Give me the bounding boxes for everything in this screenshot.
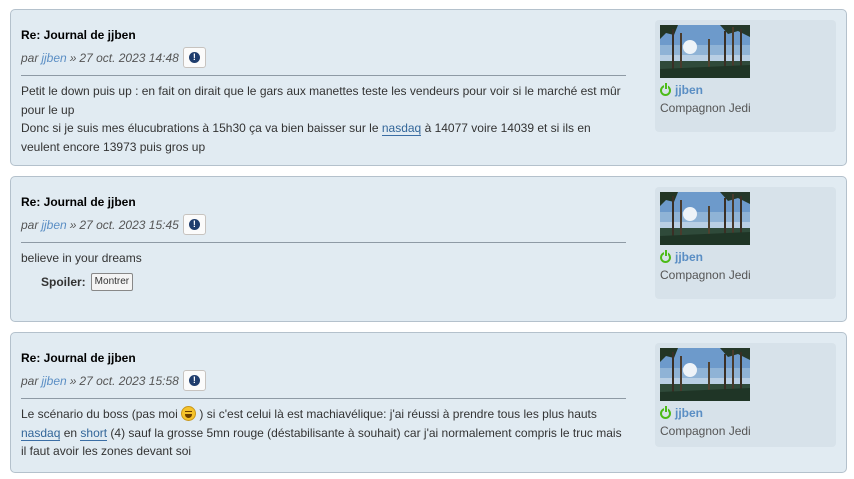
spoiler: Spoiler: Montrer	[41, 272, 626, 292]
short-link[interactable]: short	[80, 425, 108, 441]
content-text: Le scénario du boss (pas moi	[21, 407, 182, 421]
post-content: Le scénario du boss (pas moi ) si c'est …	[21, 405, 626, 461]
separator: »	[69, 50, 77, 65]
by-label: par	[21, 50, 39, 65]
username-link[interactable]: jjben	[675, 250, 703, 264]
content-text: (4) sauf la grosse 5mn rouge (déstabilis…	[21, 425, 622, 459]
divider	[21, 398, 626, 399]
post-date: 27 oct. 2023 15:45	[79, 217, 179, 232]
username-link[interactable]: jjben	[675, 83, 703, 97]
online-icon	[660, 249, 671, 263]
content-text: ) si c'est celui là est machiavélique: j…	[196, 407, 597, 421]
content-text: Donc si je suis mes élucubrations à 15h3…	[21, 121, 382, 135]
post-date: 27 oct. 2023 15:58	[79, 373, 179, 388]
profile-name: jjben	[660, 82, 703, 97]
report-button[interactable]: !	[182, 370, 206, 391]
user-rank: Compagnon Jedi	[660, 101, 751, 115]
user-rank: Compagnon Jedi	[660, 268, 751, 282]
avatar[interactable]	[660, 192, 750, 245]
post-author-line: par jjben » 27 oct. 2023 15:45 !	[21, 214, 206, 235]
spoiler-label: Spoiler:	[41, 274, 86, 289]
post-date: 27 oct. 2023 14:48	[79, 50, 179, 65]
post: Re: Journal de jjben par jjben » 27 oct.…	[10, 9, 847, 166]
post-author-line: par jjben » 27 oct. 2023 15:58 !	[21, 370, 206, 391]
post: Re: Journal de jjben par jjben » 27 oct.…	[10, 176, 847, 322]
author-link[interactable]: jjben	[41, 51, 66, 65]
separator: »	[69, 217, 77, 232]
content-text: en	[60, 425, 81, 440]
post-author-line: par jjben » 27 oct. 2023 14:48 !	[21, 47, 206, 68]
profile-name: jjben	[660, 405, 703, 420]
info-icon: !	[188, 52, 200, 63]
post-profile: jjben Compagnon Jedi	[655, 20, 836, 132]
laughing-emoji-icon	[181, 406, 197, 421]
post-title[interactable]: Re: Journal de jjben	[21, 351, 136, 365]
avatar[interactable]	[660, 348, 750, 401]
post: Re: Journal de jjben par jjben » 27 oct.…	[10, 332, 847, 473]
post-profile: jjben Compagnon Jedi	[655, 343, 836, 447]
post-content: believe in your dreams Spoiler: Montrer	[21, 249, 626, 291]
spoiler-show-button[interactable]: Montrer	[90, 272, 134, 291]
info-icon: !	[188, 375, 200, 386]
by-label: par	[21, 217, 39, 232]
post-profile: jjben Compagnon Jedi	[655, 187, 836, 299]
content-text: Petit le down puis up : en fait on dirai…	[21, 84, 621, 117]
divider	[21, 75, 626, 76]
content-text: believe in your dreams	[21, 251, 142, 265]
separator: »	[69, 373, 77, 388]
post-content: Petit le down puis up : en fait on dirai…	[21, 82, 626, 156]
profile-name: jjben	[660, 249, 703, 264]
post-title[interactable]: Re: Journal de jjben	[21, 195, 136, 209]
online-icon	[660, 405, 671, 419]
report-button[interactable]: !	[182, 214, 206, 235]
info-icon: !	[188, 219, 200, 230]
username-link[interactable]: jjben	[675, 406, 703, 420]
author-link[interactable]: jjben	[41, 218, 66, 232]
avatar[interactable]	[660, 25, 750, 78]
nasdaq-link[interactable]: nasdaq	[381, 121, 422, 136]
author-link[interactable]: jjben	[41, 374, 66, 388]
post-title[interactable]: Re: Journal de jjben	[21, 28, 136, 42]
online-icon	[660, 82, 671, 96]
divider	[21, 242, 626, 243]
by-label: par	[21, 373, 39, 388]
user-rank: Compagnon Jedi	[660, 424, 751, 438]
report-button[interactable]: !	[182, 47, 206, 68]
nasdaq-link[interactable]: nasdaq	[21, 425, 61, 441]
